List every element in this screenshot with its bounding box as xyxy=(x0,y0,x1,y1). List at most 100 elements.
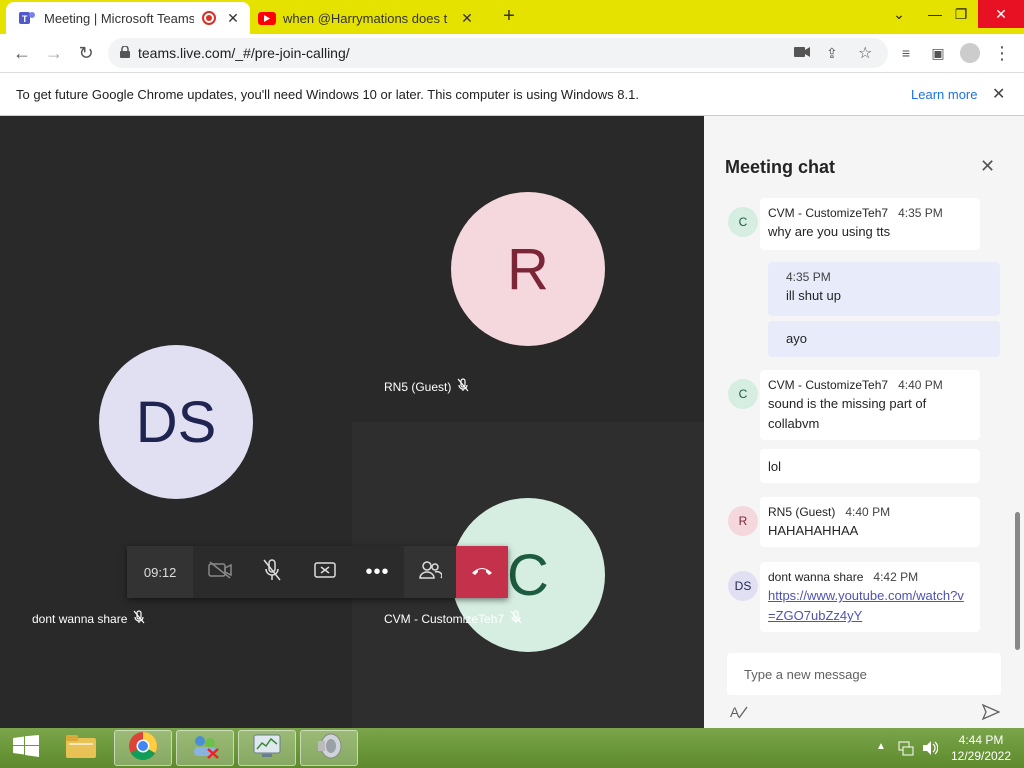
mute-button[interactable] xyxy=(246,546,299,598)
close-window-button[interactable]: ✕ xyxy=(978,0,1024,28)
call-stage: DS dont wanna share R RN5 (Guest) C CVM … xyxy=(0,116,704,728)
mic-off-icon xyxy=(510,610,522,627)
mic-off-icon xyxy=(457,378,469,395)
sender-name: CVM - CustomizeTeh7 xyxy=(768,378,889,392)
network-app-button[interactable] xyxy=(176,730,234,766)
message-time: 4:42 PM xyxy=(873,570,919,584)
windows-logo-icon xyxy=(13,734,39,762)
message-text: why are you using tts xyxy=(768,224,891,239)
camera-off-icon xyxy=(207,560,232,584)
avatar: C xyxy=(728,207,758,237)
meeting-chat-panel: Meeting chat ✕ C CVM - CustomizeTeh7 4:3… xyxy=(704,116,1024,728)
back-button[interactable]: ← xyxy=(6,37,38,69)
message-input[interactable]: Type a new message xyxy=(727,653,1001,695)
avatar: C xyxy=(728,379,758,409)
participant-name-tag: dont wanna share xyxy=(32,610,145,627)
more-options-button[interactable]: ••• xyxy=(351,546,404,598)
close-chat-icon[interactable]: ✕ xyxy=(980,156,995,177)
infobar-message: To get future Google Chrome updates, you… xyxy=(16,86,639,102)
tab-search-icon[interactable]: ⌄ xyxy=(882,0,916,28)
start-button[interactable] xyxy=(4,730,48,766)
folder-icon xyxy=(65,733,97,764)
mic-off-icon xyxy=(263,558,281,586)
new-tab-button[interactable]: + xyxy=(498,6,520,28)
chat-message: CVM - CustomizeTeh7 4:35 PM why are you … xyxy=(760,198,980,250)
participants-button[interactable] xyxy=(403,546,457,598)
teams-icon: T xyxy=(18,10,36,26)
menu-kebab-icon[interactable]: ⋮ xyxy=(986,37,1018,69)
tile-r: R RN5 (Guest) xyxy=(352,116,704,422)
people-network-icon xyxy=(190,733,220,764)
message-time: 4:40 PM xyxy=(898,378,943,392)
taskbar: ▲ 4:44 PM 12/29/2022 xyxy=(0,728,1024,768)
task-manager-button[interactable] xyxy=(238,730,296,766)
tab-bar: T Meeting | Microsoft Teams ✕ when @Harr… xyxy=(0,0,1024,34)
message-time: 4:35 PM xyxy=(898,206,943,220)
message-text: ill shut up xyxy=(786,288,841,303)
chat-title: Meeting chat xyxy=(725,157,836,177)
avatar: DS xyxy=(99,345,253,499)
mic-off-icon xyxy=(133,610,145,627)
forward-button[interactable]: → xyxy=(38,37,70,69)
share-screen-button[interactable] xyxy=(299,546,352,598)
url-field[interactable]: teams.live.com/_#/pre-join-calling/ ⇪ ☆ xyxy=(108,38,888,68)
people-icon xyxy=(418,560,443,585)
chat-message: CVM - CustomizeTeh7 4:40 PM sound is the… xyxy=(760,370,980,440)
message-text: lol xyxy=(768,459,782,474)
tab-title: when @Harrymations does the c xyxy=(283,10,448,26)
chat-scrollbar[interactable] xyxy=(1015,512,1020,650)
system-clock[interactable]: 4:44 PM 12/29/2022 xyxy=(948,732,1014,764)
close-tab-icon[interactable]: ✕ xyxy=(458,10,476,27)
send-icon[interactable] xyxy=(981,703,1001,725)
message-time: 4:35 PM xyxy=(786,270,831,284)
infobar-close-icon[interactable]: ✕ xyxy=(992,84,1005,104)
message-text: ayo xyxy=(786,331,807,346)
avatar: DS xyxy=(728,571,758,601)
sender-name: CVM - CustomizeTeh7 xyxy=(768,206,889,220)
bookmark-star-icon[interactable]: ☆ xyxy=(858,43,872,63)
call-timer: 09:12 xyxy=(127,546,194,598)
speaker-icon xyxy=(314,732,344,765)
share-icon[interactable]: ⇪ xyxy=(826,45,838,62)
message-text: sound is the missing part of collabvm xyxy=(768,396,927,431)
chrome-button[interactable] xyxy=(114,730,172,766)
media-control-icon[interactable]: ≡ xyxy=(890,37,922,69)
message-text: HAHAHAHHAA xyxy=(768,523,859,538)
restore-button[interactable]: ❐ xyxy=(944,0,978,28)
format-icon[interactable]: A xyxy=(730,704,748,725)
reload-button[interactable]: ↻ xyxy=(70,37,102,69)
monitor-graph-icon xyxy=(252,733,282,764)
close-tab-icon[interactable]: ✕ xyxy=(224,10,242,27)
chat-message: 4:35 PM ill shut up xyxy=(768,262,1000,316)
side-panel-icon[interactable]: ▣ xyxy=(922,37,954,69)
participant-name-tag: RN5 (Guest) xyxy=(384,378,469,395)
url-text: teams.live.com/_#/pre-join-calling/ xyxy=(138,45,350,61)
tab-youtube[interactable]: when @Harrymations does the c ✕ xyxy=(252,2,490,34)
tab-teams[interactable]: T Meeting | Microsoft Teams ✕ xyxy=(6,2,250,34)
sender-name: RN5 (Guest) xyxy=(768,505,836,519)
chrome-icon xyxy=(128,731,158,766)
lock-icon xyxy=(120,44,130,61)
call-controls: 09:12 ••• xyxy=(127,546,509,598)
tab-title: Meeting | Microsoft Teams xyxy=(44,10,194,26)
camera-icon[interactable] xyxy=(794,45,810,61)
camera-off-button[interactable] xyxy=(193,546,246,598)
profile-avatar[interactable] xyxy=(954,37,986,69)
chat-message: lol xyxy=(760,449,980,483)
hang-up-icon xyxy=(471,563,493,581)
file-explorer-button[interactable] xyxy=(52,730,110,766)
stop-share-icon xyxy=(314,561,336,584)
learn-more-link[interactable]: Learn more xyxy=(911,87,977,102)
recording-indicator-icon xyxy=(202,11,216,25)
avatar: R xyxy=(728,506,758,536)
show-hidden-icons[interactable]: ▲ xyxy=(876,741,886,752)
youtube-link[interactable]: https://www.youtube.com/watch?v=ZGO7ubZz… xyxy=(768,586,968,626)
media-app-button[interactable] xyxy=(300,730,358,766)
clock-date: 12/29/2022 xyxy=(950,749,1012,763)
chat-message: ayo xyxy=(768,321,1000,357)
network-tray-icon[interactable] xyxy=(898,740,914,761)
clock-time: 4:44 PM xyxy=(958,733,1004,747)
volume-tray-icon[interactable] xyxy=(922,740,939,761)
chat-message: dont wanna share 4:42 PM https://www.you… xyxy=(760,562,980,632)
hang-up-button[interactable] xyxy=(456,546,509,598)
